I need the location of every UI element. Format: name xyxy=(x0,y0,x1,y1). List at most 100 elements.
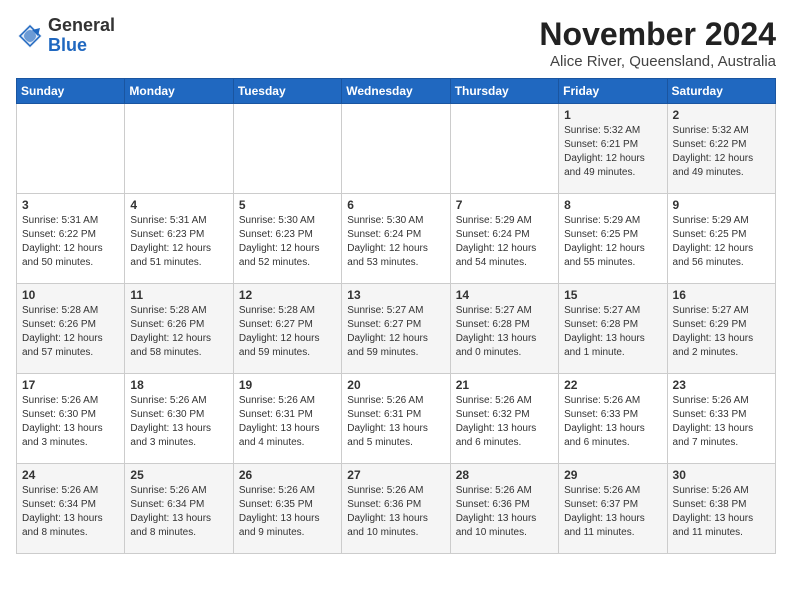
calendar-cell: 25 Sunrise: 5:26 AMSunset: 6:34 PMDayligh… xyxy=(125,464,233,554)
day-header-friday: Friday xyxy=(559,79,667,104)
calendar-cell: 21 Sunrise: 5:26 AMSunset: 6:32 PMDayligh… xyxy=(450,374,558,464)
day-number: 19 xyxy=(239,378,336,392)
calendar-cell xyxy=(233,104,341,194)
calendar-cell xyxy=(450,104,558,194)
day-info: Sunrise: 5:27 AMSunset: 6:29 PMDaylight:… xyxy=(673,304,770,360)
calendar-cell: 14 Sunrise: 5:27 AMSunset: 6:28 PMDayligh… xyxy=(450,284,558,374)
calendar-cell: 3 Sunrise: 5:31 AMSunset: 6:22 PMDaylight… xyxy=(17,194,125,284)
day-header-monday: Monday xyxy=(125,79,233,104)
calendar-cell: 28Sunrise: 5:26 AMSunset: 6:36 PMDayligh… xyxy=(450,464,558,554)
location: Alice River, Queensland, Australia xyxy=(539,53,776,70)
day-info: Sunrise: 5:26 AMSunset: 6:31 PMDaylight:… xyxy=(347,394,444,450)
day-info: Sunrise: 5:26 AMSunset: 6:36 PMDaylight:… xyxy=(347,484,444,540)
day-info: Sunrise: 5:26 AMSunset: 6:38 PMDaylight:… xyxy=(673,484,770,540)
title-area: November 2024 Alice River, Queensland, A… xyxy=(539,16,776,70)
day-info: Sunrise: 5:30 AMSunset: 6:24 PMDaylight:… xyxy=(347,214,444,270)
day-number: 29 xyxy=(564,468,661,482)
day-info: Sunrise: 5:26 AMSunset: 6:34 PMDaylight:… xyxy=(130,484,227,540)
calendar-cell: 16 Sunrise: 5:27 AMSunset: 6:29 PMDayligh… xyxy=(667,284,775,374)
day-number: 14 xyxy=(456,288,553,302)
day-info: Sunrise: 5:26 AMSunset: 6:37 PMDaylight:… xyxy=(564,484,661,540)
day-info: Sunrise: 5:26 AMSunset: 6:33 PMDaylight:… xyxy=(564,394,661,450)
day-info: Sunrise: 5:27 AMSunset: 6:28 PMDaylight:… xyxy=(564,304,661,360)
day-info: Sunrise: 5:30 AMSunset: 6:23 PMDaylight:… xyxy=(239,214,336,270)
day-number: 10 xyxy=(22,288,119,302)
day-number: 21 xyxy=(456,378,553,392)
day-header-wednesday: Wednesday xyxy=(342,79,450,104)
day-info: Sunrise: 5:26 AMSunset: 6:30 PMDaylight:… xyxy=(22,394,119,450)
calendar-cell: 5 Sunrise: 5:30 AMSunset: 6:23 PMDaylight… xyxy=(233,194,341,284)
day-info: Sunrise: 5:29 AMSunset: 6:25 PMDaylight:… xyxy=(564,214,661,270)
calendar-cell: 29 Sunrise: 5:26 AMSunset: 6:37 PMDayligh… xyxy=(559,464,667,554)
calendar-cell: 22 Sunrise: 5:26 AMSunset: 6:33 PMDayligh… xyxy=(559,374,667,464)
day-number: 15 xyxy=(564,288,661,302)
day-info: Sunrise: 5:28 AMSunset: 6:26 PMDaylight:… xyxy=(22,304,119,360)
calendar-cell: 12Sunrise: 5:28 AMSunset: 6:27 PMDayligh… xyxy=(233,284,341,374)
day-info: Sunrise: 5:27 AMSunset: 6:28 PMDaylight:… xyxy=(456,304,553,360)
day-number: 16 xyxy=(673,288,770,302)
calendar-cell: 19 Sunrise: 5:26 AMSunset: 6:31 PMDayligh… xyxy=(233,374,341,464)
day-info: Sunrise: 5:26 AMSunset: 6:35 PMDaylight:… xyxy=(239,484,336,540)
day-number: 20 xyxy=(347,378,444,392)
day-number: 6 xyxy=(347,198,444,212)
day-number: 5 xyxy=(239,198,336,212)
day-number: 24 xyxy=(22,468,119,482)
day-info: Sunrise: 5:27 AMSunset: 6:27 PMDaylight:… xyxy=(347,304,444,360)
day-info: Sunrise: 5:32 AMSunset: 6:21 PMDaylight:… xyxy=(564,124,661,180)
day-info: Sunrise: 5:29 AMSunset: 6:24 PMDaylight:… xyxy=(456,214,553,270)
calendar-cell: 10 Sunrise: 5:28 AMSunset: 6:26 PMDayligh… xyxy=(17,284,125,374)
day-header-saturday: Saturday xyxy=(667,79,775,104)
day-number: 11 xyxy=(130,288,227,302)
calendar-cell: 13 Sunrise: 5:27 AMSunset: 6:27 PMDayligh… xyxy=(342,284,450,374)
calendar-table: SundayMondayTuesdayWednesdayThursdayFrid… xyxy=(16,78,776,554)
logo: General Blue xyxy=(16,16,115,56)
day-number: 2 xyxy=(673,108,770,122)
day-number: 9 xyxy=(673,198,770,212)
day-info: Sunrise: 5:31 AMSunset: 6:22 PMDaylight:… xyxy=(22,214,119,270)
day-info: Sunrise: 5:26 AMSunset: 6:34 PMDaylight:… xyxy=(22,484,119,540)
day-info: Sunrise: 5:26 AMSunset: 6:32 PMDaylight:… xyxy=(456,394,553,450)
calendar-cell xyxy=(125,104,233,194)
logo-icon xyxy=(16,22,44,50)
day-number: 22 xyxy=(564,378,661,392)
day-number: 30 xyxy=(673,468,770,482)
calendar-cell: 26 Sunrise: 5:26 AMSunset: 6:35 PMDayligh… xyxy=(233,464,341,554)
calendar-cell: 20 Sunrise: 5:26 AMSunset: 6:31 PMDayligh… xyxy=(342,374,450,464)
day-number: 3 xyxy=(22,198,119,212)
calendar-body: 1 Sunrise: 5:32 AMSunset: 6:21 PMDaylight… xyxy=(17,104,776,554)
day-info: Sunrise: 5:31 AMSunset: 6:23 PMDaylight:… xyxy=(130,214,227,270)
header: General Blue November 2024 Alice River, … xyxy=(16,16,776,70)
calendar-week-row: 3 Sunrise: 5:31 AMSunset: 6:22 PMDaylight… xyxy=(17,194,776,284)
day-header-sunday: Sunday xyxy=(17,79,125,104)
calendar-cell xyxy=(17,104,125,194)
calendar-cell: 23 Sunrise: 5:26 AMSunset: 6:33 PMDayligh… xyxy=(667,374,775,464)
calendar-cell: 17 Sunrise: 5:26 AMSunset: 6:30 PMDayligh… xyxy=(17,374,125,464)
calendar-cell: 27 Sunrise: 5:26 AMSunset: 6:36 PMDayligh… xyxy=(342,464,450,554)
day-info: Sunrise: 5:26 AMSunset: 6:31 PMDaylight:… xyxy=(239,394,336,450)
logo-text: General Blue xyxy=(48,16,115,56)
calendar-cell: 11 Sunrise: 5:28 AMSunset: 6:26 PMDayligh… xyxy=(125,284,233,374)
calendar-cell: 4Sunrise: 5:31 AMSunset: 6:23 PMDaylight… xyxy=(125,194,233,284)
day-number: 25 xyxy=(130,468,227,482)
calendar-cell: 9Sunrise: 5:29 AMSunset: 6:25 PMDaylight… xyxy=(667,194,775,284)
calendar-cell: 30 Sunrise: 5:26 AMSunset: 6:38 PMDayligh… xyxy=(667,464,775,554)
calendar-cell: 1 Sunrise: 5:32 AMSunset: 6:21 PMDaylight… xyxy=(559,104,667,194)
calendar-cell: 24 Sunrise: 5:26 AMSunset: 6:34 PMDayligh… xyxy=(17,464,125,554)
calendar-cell: 18Sunrise: 5:26 AMSunset: 6:30 PMDayligh… xyxy=(125,374,233,464)
day-number: 26 xyxy=(239,468,336,482)
day-info: Sunrise: 5:28 AMSunset: 6:26 PMDaylight:… xyxy=(130,304,227,360)
day-number: 27 xyxy=(347,468,444,482)
day-number: 1 xyxy=(564,108,661,122)
day-number: 8 xyxy=(564,198,661,212)
calendar-week-row: 10 Sunrise: 5:28 AMSunset: 6:26 PMDayligh… xyxy=(17,284,776,374)
day-number: 23 xyxy=(673,378,770,392)
day-info: Sunrise: 5:26 AMSunset: 6:33 PMDaylight:… xyxy=(673,394,770,450)
calendar-week-row: 24 Sunrise: 5:26 AMSunset: 6:34 PMDayligh… xyxy=(17,464,776,554)
calendar-cell: 15 Sunrise: 5:27 AMSunset: 6:28 PMDayligh… xyxy=(559,284,667,374)
calendar-cell: 8 Sunrise: 5:29 AMSunset: 6:25 PMDaylight… xyxy=(559,194,667,284)
calendar-cell: 6 Sunrise: 5:30 AMSunset: 6:24 PMDaylight… xyxy=(342,194,450,284)
day-number: 17 xyxy=(22,378,119,392)
calendar-week-row: 17 Sunrise: 5:26 AMSunset: 6:30 PMDayligh… xyxy=(17,374,776,464)
day-number: 13 xyxy=(347,288,444,302)
day-number: 28 xyxy=(456,468,553,482)
